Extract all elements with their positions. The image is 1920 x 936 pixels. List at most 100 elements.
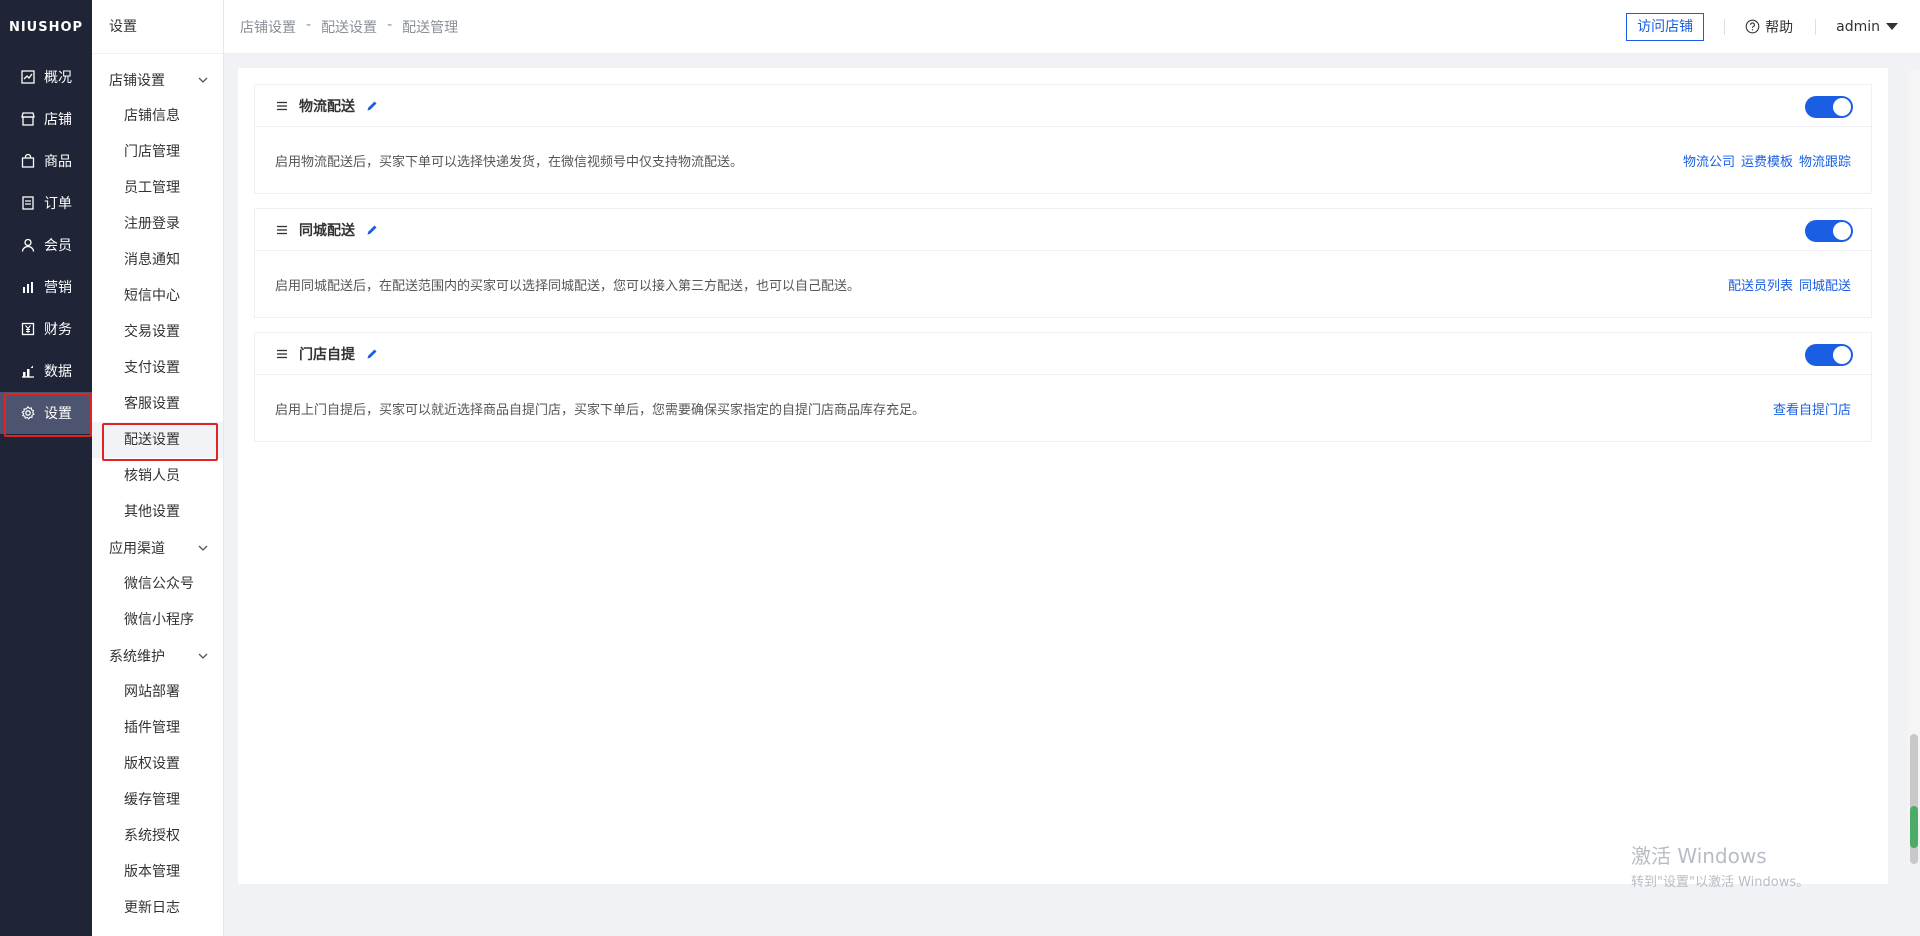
menu-item-verifier[interactable]: 核销人员 (92, 458, 223, 494)
main-content: 物流配送 启用物流配送后，买家下单可以选择快递发货，在微信视频号中仅支持物流配送… (238, 68, 1888, 884)
card-links: 物流公司 运费模板 物流跟踪 (1677, 151, 1851, 170)
nav-item-label: 店铺 (44, 112, 72, 128)
vertical-scrollbar[interactable] (1908, 70, 1920, 864)
menu-item-register-login[interactable]: 注册登录 (92, 206, 223, 242)
nav-item-label: 商品 (44, 154, 72, 170)
visit-store-button[interactable]: 访问店铺 (1626, 12, 1705, 41)
sidebar-section-title: 设置 (92, 0, 223, 54)
freight-template-link[interactable]: 运费模板 (1741, 151, 1793, 170)
menu-item-license[interactable]: 系统授权 (92, 818, 223, 854)
help-label: 帮助 (1765, 19, 1794, 36)
menu-item-copyright[interactable]: 版权设置 (92, 746, 223, 782)
divider (1724, 18, 1726, 35)
scrollbar-indicator (1910, 806, 1918, 848)
primary-sidebar: NIUSHOP 概况 店铺 商品 订单 会员 营销 财务 数据 设置 (0, 0, 92, 936)
card-description: 启用同城配送后，在配送范围内的买家可以选择同城配送，您可以接入第三方配送，也可以… (275, 278, 861, 294)
menu-item-trade-settings[interactable]: 交易设置 (92, 314, 223, 350)
menu-item-wechat-official[interactable]: 微信公众号 (92, 566, 223, 602)
breadcrumb-item[interactable]: 配送设置 (321, 17, 377, 37)
toggle-knob (1833, 346, 1851, 364)
enable-toggle[interactable] (1805, 344, 1853, 366)
drag-handle-icon[interactable] (275, 223, 289, 237)
edit-pencil-icon[interactable] (365, 347, 379, 361)
username: admin (1836, 18, 1880, 35)
data-icon (20, 363, 36, 379)
breadcrumb-separator: - (387, 16, 393, 33)
card-links: 查看自提门店 (1767, 399, 1851, 418)
breadcrumb-item[interactable]: 店铺设置 (240, 17, 296, 37)
nav-item-goods[interactable]: 商品 (0, 140, 92, 182)
nav-item-store[interactable]: 店铺 (0, 98, 92, 140)
nav-item-member[interactable]: 会员 (0, 224, 92, 266)
nav-item-order[interactable]: 订单 (0, 182, 92, 224)
menu-item-store-info[interactable]: 店铺信息 (92, 98, 223, 134)
delivery-card-local: 同城配送 启用同城配送后，在配送范围内的买家可以选择同城配送，您可以接入第三方配… (254, 208, 1872, 318)
nav-item-overview[interactable]: 概况 (0, 56, 92, 98)
question-circle-icon (1745, 19, 1760, 34)
menu-item-cache[interactable]: 缓存管理 (92, 782, 223, 818)
menu-item-plugins[interactable]: 插件管理 (92, 710, 223, 746)
nav-item-finance[interactable]: 财务 (0, 308, 92, 350)
nav-item-settings[interactable]: 设置 (0, 392, 92, 437)
menu-item-payment-settings[interactable]: 支付设置 (92, 350, 223, 386)
local-delivery-link[interactable]: 同城配送 (1799, 275, 1851, 294)
menu-item-version[interactable]: 版本管理 (92, 854, 223, 890)
nav-item-label: 订单 (44, 196, 72, 212)
chevron-up-icon (197, 74, 209, 86)
top-header: 店铺设置 - 配送设置 - 配送管理 访问店铺 帮助 admin (224, 0, 1920, 54)
card-links: 配送员列表 同城配送 (1722, 275, 1851, 294)
secondary-sidebar: 设置 店铺设置 店铺信息 门店管理 员工管理 注册登录 消息通知 短信中心 交易… (92, 0, 224, 936)
edit-pencil-icon[interactable] (365, 223, 379, 237)
watermark-subline: 转到"设置"以激活 Windows。 (1631, 875, 1810, 890)
card-title: 门店自提 (299, 346, 355, 363)
menu-item-wechat-miniapp[interactable]: 微信小程序 (92, 602, 223, 638)
nav-item-marketing[interactable]: 营销 (0, 266, 92, 308)
nav-item-data[interactable]: 数据 (0, 350, 92, 392)
bag-icon (20, 153, 36, 169)
card-description: 启用上门自提后，买家可以就近选择商品自提门店，买家下单后，您需要确保买家指定的自… (275, 402, 926, 418)
order-icon (20, 195, 36, 211)
menu-group-channels[interactable]: 应用渠道 (92, 530, 223, 566)
enable-toggle[interactable] (1805, 96, 1853, 118)
menu-item-deploy[interactable]: 网站部署 (92, 674, 223, 710)
menu-group-label: 店铺设置 (109, 73, 165, 89)
edit-pencil-icon[interactable] (365, 99, 379, 113)
windows-activation-watermark: 激活 Windows 转到"设置"以激活 Windows。 (1631, 840, 1809, 890)
menu-item-sms-center[interactable]: 短信中心 (92, 278, 223, 314)
watermark-line: 激活 Windows (1631, 844, 1767, 868)
menu-item-changelog[interactable]: 更新日志 (92, 890, 223, 926)
nav-item-label: 数据 (44, 364, 72, 380)
card-header: 同城配送 (255, 209, 1871, 251)
divider (1815, 18, 1817, 35)
logistics-tracking-link[interactable]: 物流跟踪 (1799, 151, 1851, 170)
help-link[interactable]: 帮助 (1745, 17, 1793, 37)
card-title: 同城配送 (299, 222, 355, 239)
card-body: 启用同城配送后，在配送范围内的买家可以选择同城配送，您可以接入第三方配送，也可以… (255, 251, 1871, 317)
nav-item-label: 设置 (44, 406, 72, 422)
menu-item-other-settings[interactable]: 其他设置 (92, 494, 223, 530)
delivery-card-pickup: 门店自提 启用上门自提后，买家可以就近选择商品自提门店，买家下单后，您需要确保买… (254, 332, 1872, 442)
nav-item-label: 营销 (44, 280, 72, 296)
drag-handle-icon[interactable] (275, 347, 289, 361)
header-actions: 访问店铺 帮助 admin (1626, 12, 1920, 41)
menu-item-notification[interactable]: 消息通知 (92, 242, 223, 278)
user-menu[interactable]: admin (1836, 19, 1898, 35)
enable-toggle[interactable] (1805, 220, 1853, 242)
logistics-company-link[interactable]: 物流公司 (1683, 151, 1735, 170)
finance-icon (20, 321, 36, 337)
nav-item-label: 概况 (44, 70, 72, 86)
menu-item-shop-manage[interactable]: 门店管理 (92, 134, 223, 170)
nav-item-label: 会员 (44, 238, 72, 254)
drag-handle-icon[interactable] (275, 99, 289, 113)
menu-item-delivery-settings[interactable]: 配送设置 (92, 422, 223, 461)
menu-item-staff-manage[interactable]: 员工管理 (92, 170, 223, 206)
view-pickup-stores-link[interactable]: 查看自提门店 (1773, 399, 1851, 418)
menu-group-store-settings[interactable]: 店铺设置 (92, 62, 223, 98)
breadcrumb: 店铺设置 - 配送设置 - 配送管理 (224, 17, 458, 37)
card-body: 启用物流配送后，买家下单可以选择快递发货，在微信视频号中仅支持物流配送。 物流公… (255, 127, 1871, 193)
menu-group-system[interactable]: 系统维护 (92, 638, 223, 674)
menu-item-service-settings[interactable]: 客服设置 (92, 386, 223, 422)
caret-down-icon (1886, 23, 1898, 30)
courier-list-link[interactable]: 配送员列表 (1728, 275, 1793, 294)
breadcrumb-separator: - (306, 16, 312, 33)
